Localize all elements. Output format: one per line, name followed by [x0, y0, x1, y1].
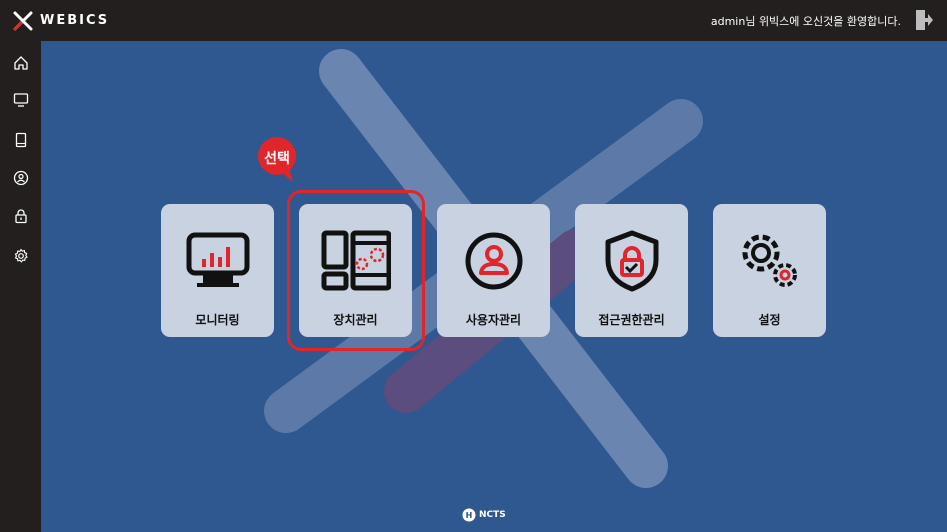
logout-icon [916, 10, 933, 30]
lock-icon [14, 209, 27, 224]
card-monitoring-label: 모니터링 [195, 313, 240, 327]
main-area: 모니터링 장치관리 사용자관리 접근권한관리 설정 [41, 41, 947, 532]
x-logo-icon [13, 11, 33, 30]
card-access-control-label: 접근권한관리 [598, 313, 665, 327]
selection-highlight [287, 190, 425, 351]
card-user-management-label: 사용자관리 [465, 313, 522, 327]
card-user-management[interactable]: 사용자관리 [437, 204, 550, 337]
gear-icon [14, 248, 28, 263]
sidebar-item-devices[interactable] [0, 125, 41, 155]
sidebar-item-access[interactable] [0, 201, 41, 231]
webics-logo[interactable]: WEBICS [12, 11, 109, 31]
sidebar-item-monitoring[interactable] [0, 85, 41, 115]
footer-logo-text: NCTS [479, 510, 506, 520]
card-access-control[interactable]: 접근권한관리 [575, 204, 688, 337]
sidebar [0, 41, 41, 532]
access-control-icon [605, 230, 658, 292]
monitor-icon [13, 93, 28, 107]
footer-logo: H NCTS [462, 508, 506, 522]
settings-icon [742, 234, 797, 287]
sidebar-item-home[interactable] [0, 48, 41, 78]
user-management-icon [465, 232, 522, 290]
sidebar-item-settings[interactable] [0, 241, 41, 271]
hncts-logo-icon: H [462, 508, 476, 522]
svg-text:H: H [466, 511, 473, 520]
welcome-message: admin님 위빅스에 오신것을 환영합니다. [710, 15, 901, 28]
logout-button[interactable] [915, 9, 933, 35]
user-icon [13, 170, 28, 186]
logo-text: WEBICS [40, 13, 110, 28]
home-icon [13, 56, 28, 70]
tablet-icon [15, 132, 26, 148]
top-bar: WEBICS admin님 위빅스에 오신것을 환영합니다. [0, 0, 947, 41]
card-monitoring[interactable]: 모니터링 [161, 204, 274, 337]
monitoring-icon [186, 232, 249, 287]
card-settings[interactable]: 설정 [713, 204, 826, 337]
callout-text: 선택 [264, 151, 290, 167]
card-settings-label: 설정 [758, 313, 781, 327]
sidebar-item-users[interactable] [0, 163, 41, 193]
